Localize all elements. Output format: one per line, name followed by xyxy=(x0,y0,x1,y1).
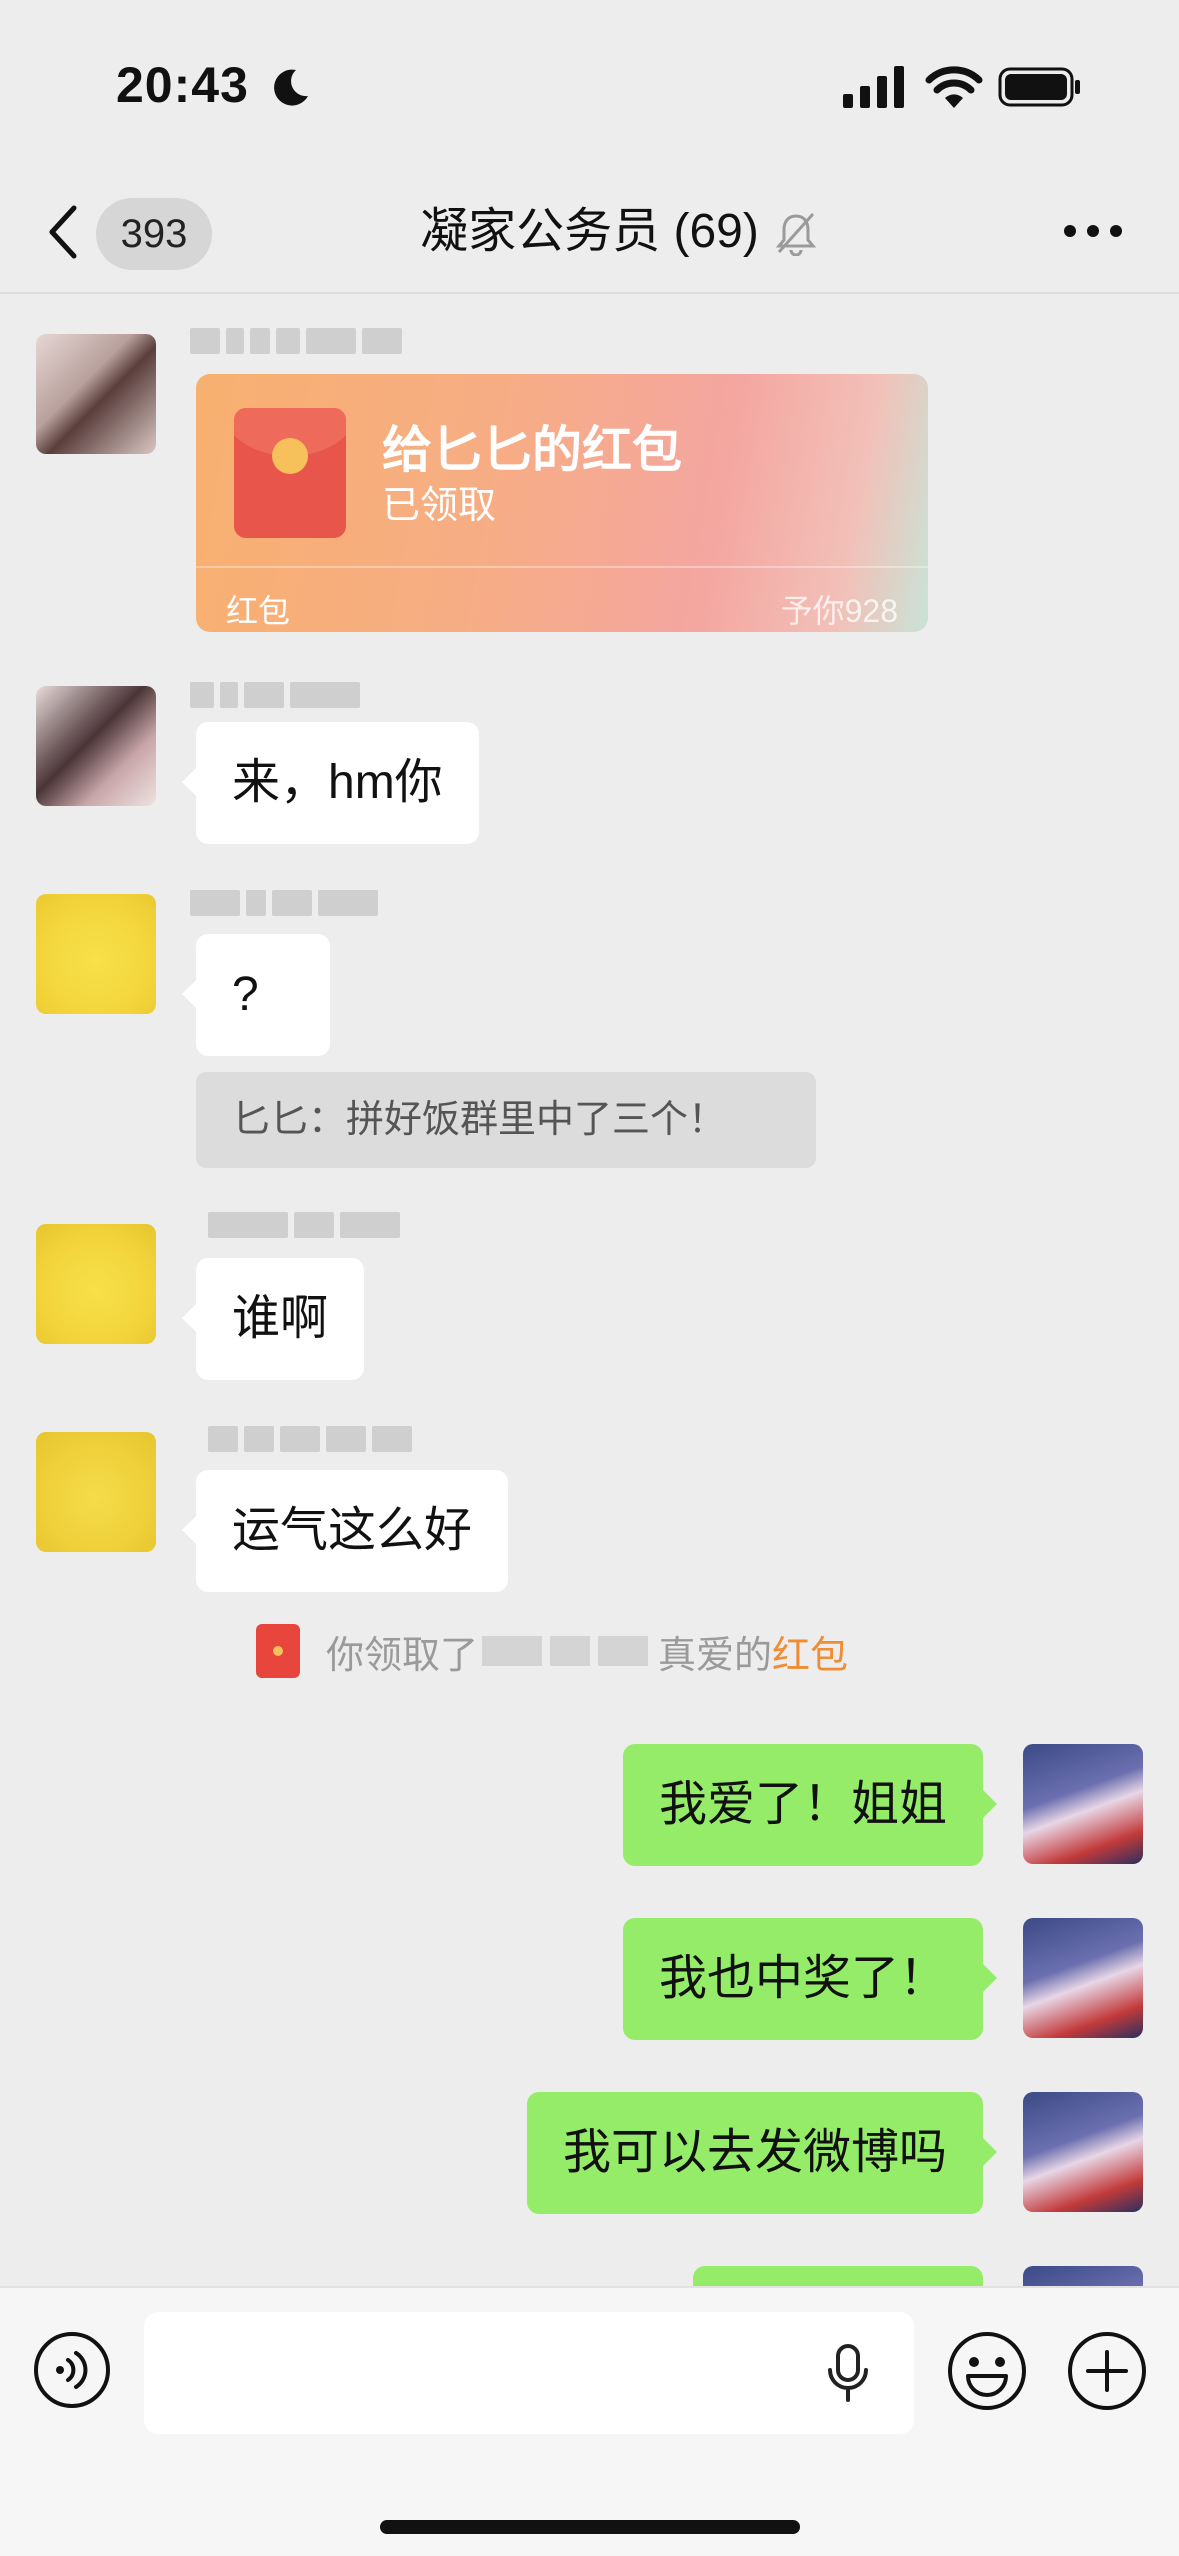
message-bubble[interactable]: 运气这么好 xyxy=(181,1470,509,1592)
blurred-name xyxy=(550,1636,591,1666)
sender-name-blurred xyxy=(208,1208,406,1242)
my-message-bubble[interactable]: 我可以去发微博吗 xyxy=(526,2092,998,2214)
avatar[interactable] xyxy=(36,1224,156,1344)
my-avatar[interactable] xyxy=(1023,1744,1143,1864)
system-text-prefix: 你领取了 xyxy=(326,1634,479,1677)
system-message: 你领取了 真爱的 红包 xyxy=(256,1622,848,1680)
red-envelope-icon xyxy=(256,1624,300,1678)
chat-header: 393 凝家公务员 (69) xyxy=(0,170,1179,294)
avatar[interactable] xyxy=(36,894,156,1014)
status-bar: 20:43 xyxy=(0,0,1179,170)
sender-name-blurred xyxy=(190,886,384,920)
mute-bell-icon xyxy=(775,212,817,256)
message-bubble[interactable]: ? xyxy=(182,934,330,1056)
my-message-bubble[interactable]: 我爱了！姐姐 xyxy=(622,1744,998,1866)
cellular-signal-icon xyxy=(843,66,904,108)
blurred-name xyxy=(598,1636,649,1666)
my-avatar[interactable] xyxy=(1023,1918,1143,2038)
avatar[interactable] xyxy=(36,334,156,454)
plus-icon[interactable] xyxy=(1066,2330,1148,2412)
my-avatar[interactable] xyxy=(1023,2092,1143,2212)
message-bubble[interactable]: 来，hm你 xyxy=(182,722,479,844)
red-packet-label: 红包 xyxy=(226,593,291,629)
my-message-bubble[interactable]: 我也中奖了！ xyxy=(622,1918,998,2040)
red-packet-link[interactable]: 红包 xyxy=(772,1624,848,1679)
input-bar xyxy=(0,2286,1179,2556)
more-icon[interactable] xyxy=(1062,216,1124,246)
red-packet-title: 给匕匕的红包 xyxy=(382,422,682,478)
red-packet-sender: 予你928 xyxy=(780,593,898,629)
chat-title[interactable]: 凝家公务员 (69) xyxy=(0,200,1179,264)
status-time: 20:43 xyxy=(116,57,249,113)
moon-icon xyxy=(274,69,308,106)
blurred-name xyxy=(482,1636,543,1666)
sender-name-blurred xyxy=(190,678,366,712)
home-indicator xyxy=(380,2520,800,2534)
red-packet-card[interactable]: 给匕匕的红包 已领取 红包 予你928 xyxy=(196,374,928,632)
quoted-message[interactable]: 匕匕：拼好饭群里中了三个！ xyxy=(196,1072,816,1168)
red-envelope-icon xyxy=(234,408,346,538)
message-input[interactable] xyxy=(144,2312,914,2434)
red-packet-status: 已领取 xyxy=(382,485,497,527)
voice-icon[interactable] xyxy=(32,2330,112,2410)
emoji-icon[interactable] xyxy=(946,2330,1028,2412)
system-text-middle: 真爱的 xyxy=(658,1634,773,1677)
message-bubble[interactable]: 谁啊 xyxy=(181,1258,365,1380)
microphone-icon[interactable] xyxy=(822,2344,874,2404)
wifi-icon xyxy=(925,66,983,108)
divider xyxy=(196,566,928,568)
sender-name-blurred xyxy=(208,1422,418,1456)
avatar[interactable] xyxy=(36,1432,156,1552)
my-avatar[interactable] xyxy=(1023,2266,1143,2286)
avatar[interactable] xyxy=(36,686,156,806)
sender-name-blurred xyxy=(190,324,408,358)
my-message-bubble[interactable] xyxy=(693,2266,983,2286)
battery-icon xyxy=(998,67,1080,107)
message-list[interactable]: 给匕匕的红包 已领取 红包 予你928 来，hm你 ? 匕匕：拼好饭群里中了三个… xyxy=(0,296,1179,2286)
